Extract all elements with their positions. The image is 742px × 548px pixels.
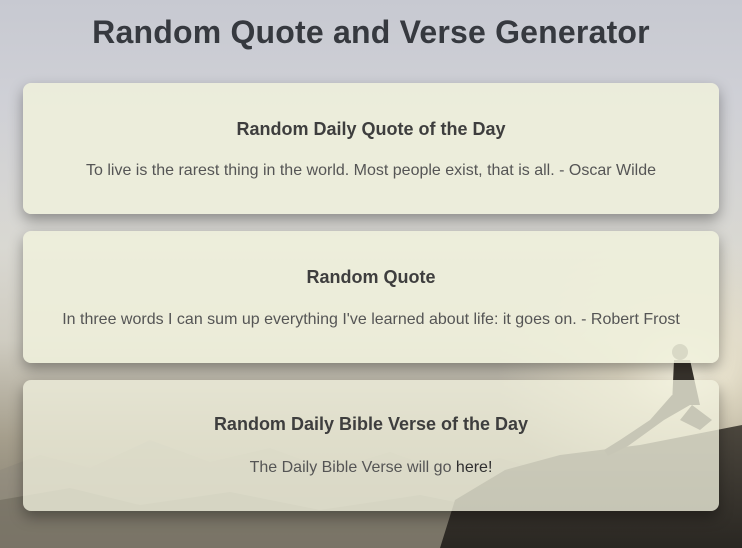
daily-quote-text: To live is the rarest thing in the world…	[85, 162, 656, 179]
bible-verse-text: The Daily Bible Verse will go here!	[23, 459, 719, 477]
bible-verse-card: Random Daily Bible Verse of the Day The …	[23, 380, 719, 511]
bible-verse-prefix: The Daily Bible Verse will go	[249, 459, 456, 476]
random-quote-heading: Random Quote	[306, 267, 436, 287]
random-quote-text: In three words I can sum up everything I…	[62, 311, 680, 328]
bible-verse-heading: Random Daily Bible Verse of the Day	[213, 414, 529, 434]
daily-quote-heading: Random Daily Quote of the Day	[236, 119, 506, 139]
random-quote-card: Random Quote In three words I can sum up…	[23, 231, 719, 363]
daily-quote-card: Random Daily Quote of the Day To live is…	[23, 83, 719, 214]
bible-verse-link[interactable]: here!	[456, 459, 492, 476]
page-title: Random Quote and Verse Generator	[92, 14, 650, 50]
